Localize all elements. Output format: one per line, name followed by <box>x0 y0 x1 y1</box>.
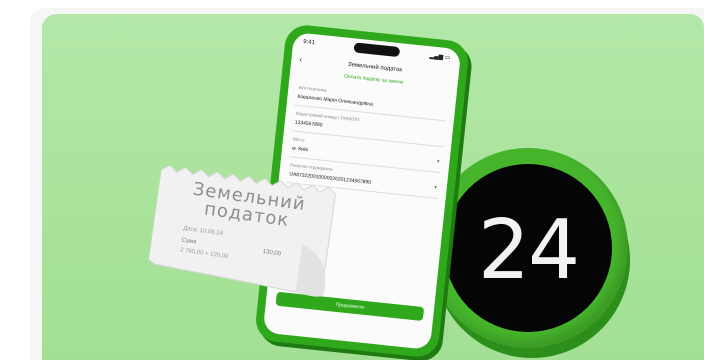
coin: 24 <box>428 148 628 348</box>
chevron-down-icon: ▾ <box>436 158 440 165</box>
field-label: Рахунок отримувача <box>290 162 333 172</box>
field-label: Місто <box>292 136 305 143</box>
status-time: 9:41 <box>302 39 316 47</box>
tax-receipt: Земельний податок Дата: 10.06.24 Сума 13… <box>146 164 340 300</box>
field-value: м. Київ <box>291 145 309 154</box>
chevron-down-icon: ▾ <box>433 184 438 191</box>
receipt-paper <box>148 164 336 297</box>
field-label: Ім'я платника <box>298 84 327 93</box>
coin-number: 24 <box>477 202 580 298</box>
coin-badge: 24 <box>428 148 642 360</box>
field-value: 1234567890 <box>294 119 323 129</box>
coin-center: 24 <box>444 164 612 332</box>
signal-icon: ▂▄▆ ▭ <box>429 53 451 62</box>
promo-banner[interactable]: 24 9:41 ▂▄▆ ▭ ‹ Земельний податок Оплата… <box>42 14 704 360</box>
field-value: Коваленко Марія Олександрівна <box>297 93 374 108</box>
